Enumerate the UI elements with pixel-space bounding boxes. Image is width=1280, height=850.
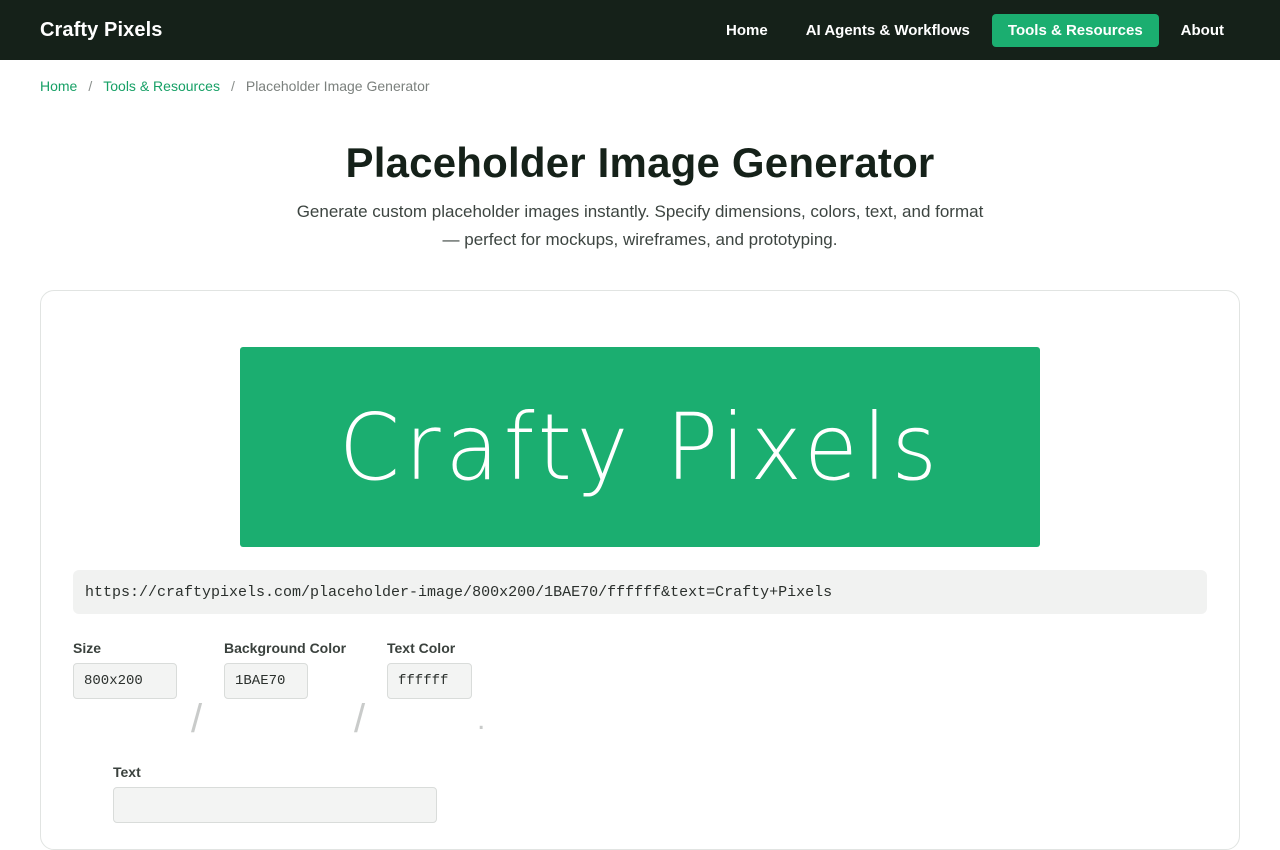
background-color-field: Background Color 1BAE70 <box>224 640 346 699</box>
breadcrumb-separator: / <box>88 78 93 94</box>
breadcrumb-separator: / <box>230 78 235 94</box>
nav-ai-agents[interactable]: AI Agents & Workflows <box>790 14 986 47</box>
text-field: Text <box>113 764 437 823</box>
page-title: Placeholder Image Generator <box>345 139 935 186</box>
background-color-input[interactable]: 1BAE70 <box>224 663 308 699</box>
text-color-label: Text Color <box>387 640 456 656</box>
text-input[interactable] <box>113 787 437 823</box>
preview-text: Crafty Pixels <box>338 393 942 501</box>
breadcrumb-tools[interactable]: Tools & Resources <box>103 78 220 94</box>
main-nav: Home AI Agents & Workflows Tools & Resou… <box>710 13 1240 47</box>
generated-url[interactable]: https://craftypixels.com/placeholder-ima… <box>73 570 1207 614</box>
breadcrumb: Home / Tools & Resources / Placeholder I… <box>40 78 1280 94</box>
nav-tools-resources[interactable]: Tools & Resources <box>991 13 1159 47</box>
slash-separator: / <box>191 697 203 741</box>
breadcrumb-current: Placeholder Image Generator <box>245 78 430 94</box>
size-label: Size <box>73 640 102 656</box>
top-navbar: Crafty Pixels Home AI Agents & Workflows… <box>0 0 1280 60</box>
page-subtitle: Generate custom placeholder images insta… <box>290 198 990 254</box>
text-color-field: Text Color ffffff <box>387 640 472 699</box>
size-input[interactable]: 800x200 <box>73 663 177 699</box>
nav-about[interactable]: About <box>1165 14 1240 47</box>
size-field: Size 800x200 <box>73 640 177 699</box>
brand-logo[interactable]: Crafty Pixels <box>40 19 162 42</box>
subtitle-line-2: — perfect for mockups, wireframes, and p… <box>442 230 838 249</box>
hero: Placeholder Image Generator Generate cus… <box>0 138 1280 254</box>
slash-separator: / <box>354 697 366 741</box>
text-label: Text <box>113 764 141 780</box>
dot-separator: . <box>477 703 486 736</box>
generator-card: Crafty Pixels https://craftypixels.com/p… <box>40 290 1240 850</box>
background-color-label: Background Color <box>224 640 347 656</box>
breadcrumb-home[interactable]: Home <box>40 78 77 94</box>
preview-image: Crafty Pixels <box>240 347 1040 547</box>
text-color-input[interactable]: ffffff <box>387 663 472 699</box>
subtitle-line-1: Generate custom placeholder images insta… <box>296 202 984 221</box>
nav-home[interactable]: Home <box>710 14 784 47</box>
